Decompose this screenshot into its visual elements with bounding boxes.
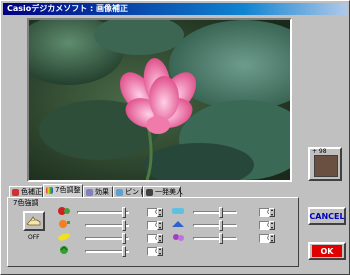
hand-icon [26, 216, 41, 226]
purple-spinner[interactable] [269, 234, 275, 243]
title-bar[interactable]: Casioデジカメソフト : 画像補正 [3, 3, 347, 15]
yellow-slider-thumb[interactable] [122, 233, 126, 244]
thumbnail-label: + 98 [312, 148, 327, 155]
cancel-button-label: CANCEL [309, 211, 345, 221]
image-preview [27, 18, 292, 182]
purple-slider-track[interactable] [193, 237, 237, 240]
cyan-spinner[interactable] [269, 208, 275, 217]
green-color-icon [57, 245, 71, 255]
beauty-icon [146, 189, 153, 196]
off-toggle-button[interactable] [23, 211, 45, 231]
cyan-color-icon [171, 206, 185, 216]
orange-color-icon [57, 219, 71, 229]
window-title: Casioデジカメソフト : 画像補正 [7, 4, 129, 13]
ok-button[interactable]: OK [308, 242, 346, 260]
blue-color-icon [171, 219, 185, 229]
cyan-slider-thumb[interactable] [219, 207, 223, 218]
ok-button-label: OK [312, 245, 342, 257]
red-color-icon [57, 206, 71, 216]
green-slider-thumb[interactable] [122, 246, 126, 257]
off-label: OFF [28, 234, 40, 241]
tab-label: 7色調整 [55, 186, 81, 194]
thumbnail-button[interactable]: + 98 [308, 147, 342, 181]
red-spinner[interactable] [157, 208, 163, 217]
tab-label: 効果 [95, 188, 109, 196]
color-correction-icon [12, 189, 19, 196]
seven-color-adjust-icon [46, 187, 53, 194]
yellow-spinner[interactable] [157, 234, 163, 243]
cancel-button[interactable]: CANCEL [308, 207, 346, 225]
orange-slider-thumb[interactable] [122, 220, 126, 231]
app-window: Casioデジカメソフト : 画像補正 + 98 CANCEL OK 色補正 7… [0, 0, 350, 275]
purple-slider-thumb[interactable] [219, 233, 223, 244]
blue-slider-track[interactable] [193, 224, 237, 227]
tab-seven-color-adjust[interactable]: 7色調整 [43, 184, 83, 198]
tab-label: 一発美人 [155, 188, 183, 196]
green-spinner[interactable] [157, 247, 163, 256]
panel-label: 7色強調 [13, 199, 39, 207]
purple-color-icon [171, 232, 185, 242]
orange-spinner[interactable] [157, 221, 163, 230]
tab-label: 色補正 [21, 188, 42, 196]
cyan-slider-track[interactable] [193, 211, 237, 214]
blue-slider-thumb[interactable] [219, 220, 223, 231]
focus-icon [116, 189, 123, 196]
thumbnail-image [314, 155, 338, 177]
blue-spinner[interactable] [269, 221, 275, 230]
lotus-photo [29, 20, 290, 180]
effect-icon [86, 189, 93, 196]
red-slider-thumb[interactable] [122, 207, 126, 218]
yellow-color-icon [57, 232, 71, 242]
